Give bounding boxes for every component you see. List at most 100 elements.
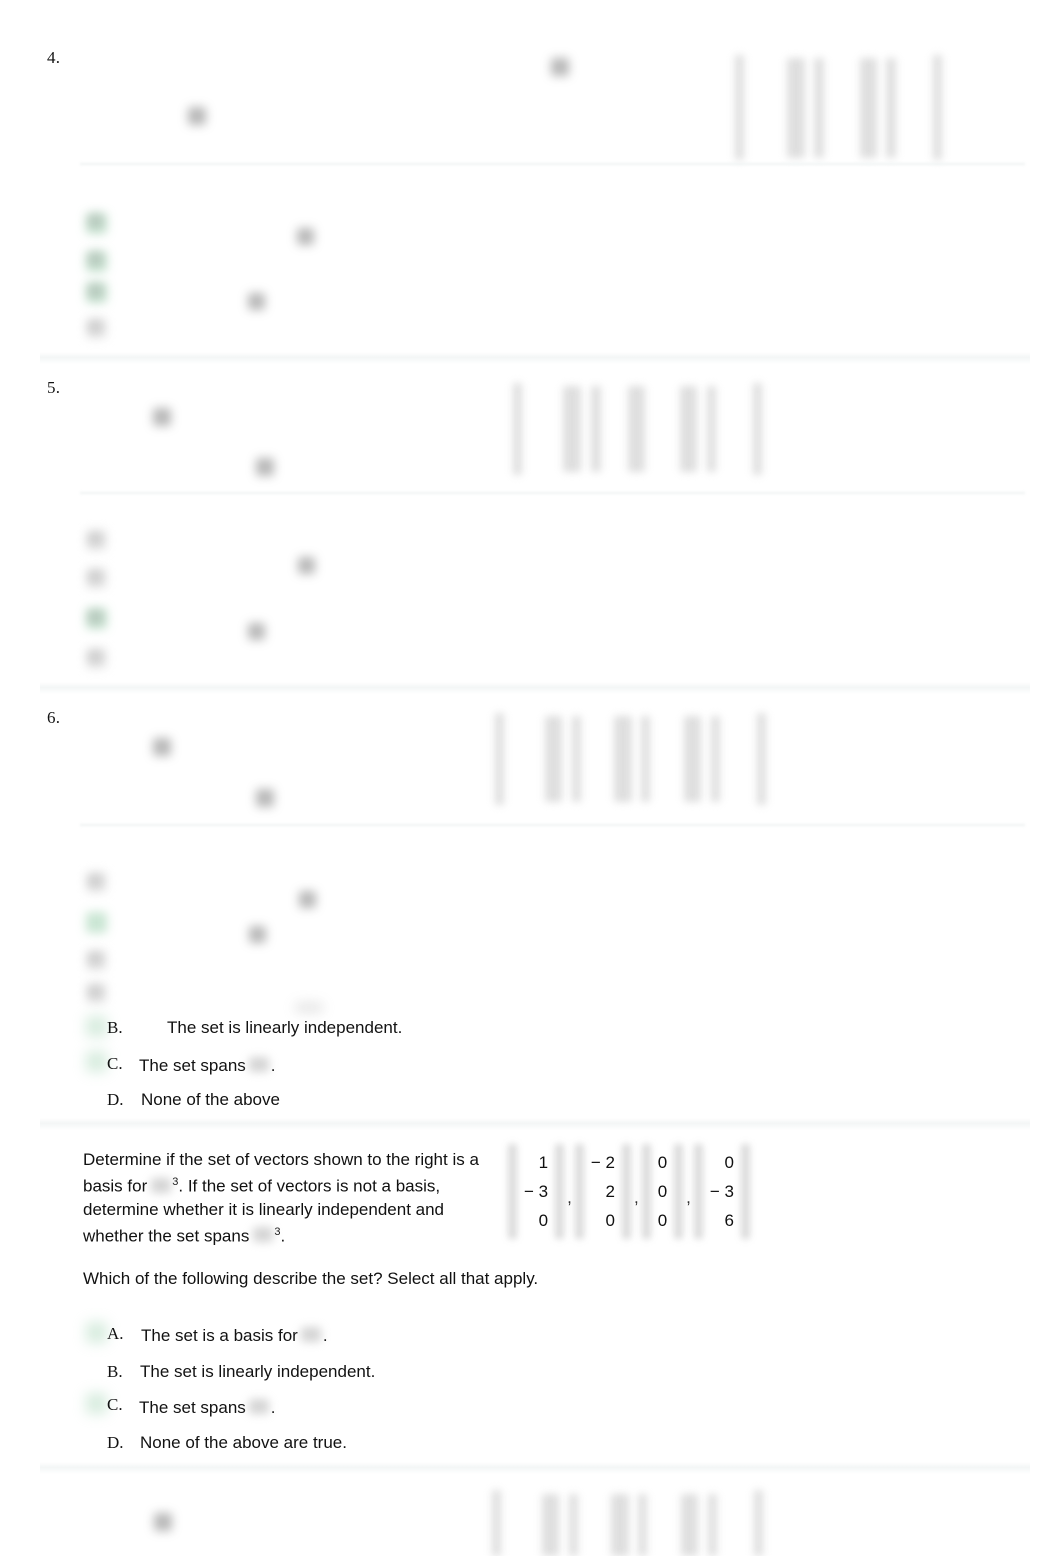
blurred-content [153, 738, 171, 756]
blurred-content [298, 557, 315, 574]
blurred-content [188, 107, 206, 125]
matrix-bracket [542, 1494, 559, 1556]
matrix-bracket [495, 713, 504, 805]
r-set-symbol-icon [248, 1057, 269, 1072]
option-label-q6-d[interactable]: None of the above [141, 1090, 280, 1110]
option-q6-c-text-after: . [270, 1056, 276, 1075]
vector-3: 0 0 0 [642, 1148, 683, 1235]
matrix-bracket [814, 58, 824, 158]
blurred-content [88, 284, 103, 298]
matrix-bracket [735, 55, 744, 160]
blurred-content [88, 874, 103, 888]
option-letter-q7-b: B. [107, 1362, 123, 1381]
option-label-q6-b[interactable]: The set is linearly independent. [167, 1018, 402, 1038]
option-label-q6-c[interactable]: The set spans. [139, 1056, 276, 1076]
vector-2-row-2: 2 [605, 1182, 615, 1201]
blurred-content [88, 952, 103, 966]
question-number-4: 4. [47, 48, 61, 67]
prompt-line-2b: . If the set of vectors is not a basis, [178, 1176, 441, 1196]
option-letter-q7-d: D. [107, 1433, 124, 1452]
matrix-bracket [513, 383, 522, 475]
blurred-content [88, 985, 103, 999]
section-separator [40, 1118, 1030, 1130]
matrix-bracket [708, 1494, 717, 1556]
blurred-content [88, 650, 103, 664]
blurred-content [88, 610, 103, 624]
vector-3-row-2: 0 [657, 1182, 668, 1201]
vector-2-row-1: − 2 [590, 1153, 615, 1172]
option-label-q7-c[interactable]: The set spans. [139, 1398, 276, 1418]
matrix-bracket [933, 55, 942, 160]
vector-4: 0 − 3 6 [694, 1148, 750, 1235]
checkbox-q6-c[interactable] [86, 1051, 107, 1072]
option-letter-q6-b: B. [107, 1018, 123, 1037]
blurred-content [248, 623, 265, 640]
divider [80, 163, 1025, 165]
matrix-bracket [641, 716, 650, 802]
option-label-q7-d[interactable]: None of the above are true. [140, 1433, 347, 1453]
vector-2: − 2 2 0 [575, 1148, 631, 1235]
vector-set: 1 − 3 0 , − 2 2 0 , 0 0 0 , 0 − 3 6 [508, 1148, 750, 1235]
blurred-content [297, 228, 314, 245]
checkbox-q7-c[interactable] [86, 1393, 107, 1414]
r-set-symbol-icon [151, 1177, 172, 1193]
option-q7-c-text-before: The set spans [139, 1398, 246, 1417]
blurred-content [299, 891, 316, 908]
matrix-bracket [754, 1490, 763, 1556]
blurred-content [88, 320, 103, 334]
blurred-content [88, 570, 103, 584]
blurred-content [88, 532, 103, 546]
matrix-bracket [681, 1494, 698, 1556]
blurred-content [295, 1003, 323, 1012]
matrix-bracket [860, 58, 877, 158]
matrix-bracket [611, 1494, 629, 1556]
option-label-q7-b[interactable]: The set is linearly independent. [140, 1362, 375, 1382]
option-q7-c-text-after: . [270, 1398, 276, 1417]
section-separator [40, 682, 1030, 694]
blurred-content [256, 458, 274, 476]
question7-prompt: Determine if the set of vectors shown to… [83, 1148, 503, 1247]
question7-instruction: Which of the following describe the set?… [83, 1269, 539, 1288]
vector-1-row-3: 0 [538, 1211, 549, 1230]
matrix-bracket [707, 386, 716, 472]
prompt-line-4a: whether the set spans [83, 1226, 250, 1246]
option-q6-c-text-before: The set spans [139, 1056, 246, 1075]
section-separator [40, 1462, 1030, 1474]
matrix-bracket [886, 58, 896, 158]
prompt-line-1: Determine if the set of vectors shown to… [83, 1150, 479, 1169]
prompt-line-4b: . [280, 1226, 286, 1246]
option-letter-q6-d: D. [107, 1090, 124, 1109]
option-q7-a-text-before: The set is a basis for [141, 1326, 298, 1345]
blurred-content [248, 293, 265, 310]
matrix-bracket [614, 716, 632, 802]
matrix-bracket [757, 713, 766, 805]
vector-separator-3: , [686, 1187, 691, 1207]
checkbox-q7-a[interactable] [86, 1322, 107, 1343]
question-number-6: 6. [47, 708, 61, 727]
prompt-line-3: determine whether it is linearly indepen… [83, 1199, 445, 1219]
question-number-5: 5. [47, 378, 61, 397]
matrix-bracket [628, 386, 645, 472]
checkbox-q6-b[interactable] [86, 1016, 107, 1037]
blurred-content [88, 252, 103, 266]
divider [80, 492, 1025, 494]
matrix-bracket [563, 386, 581, 472]
blurred-content [154, 1513, 172, 1531]
vector-1-row-1: 1 [538, 1153, 549, 1172]
matrix-bracket [753, 383, 762, 475]
option-label-q7-a[interactable]: The set is a basis for. [141, 1326, 328, 1346]
divider [80, 824, 1025, 826]
r-set-symbol-icon [248, 1399, 269, 1414]
option-letter-q7-c: C. [107, 1395, 123, 1414]
matrix-bracket [711, 716, 720, 802]
blurred-content [153, 408, 171, 426]
r-set-symbol-icon [253, 1227, 274, 1243]
vector-4-row-3: 6 [724, 1211, 734, 1230]
vector-1: 1 − 3 0 [508, 1148, 564, 1235]
r-set-symbol-icon [300, 1327, 321, 1342]
vector-2-row-3: 0 [605, 1211, 615, 1230]
matrix-bracket [572, 716, 581, 802]
checkbox-marker[interactable] [86, 912, 107, 933]
matrix-bracket [569, 1494, 578, 1556]
matrix-bracket [684, 716, 701, 802]
